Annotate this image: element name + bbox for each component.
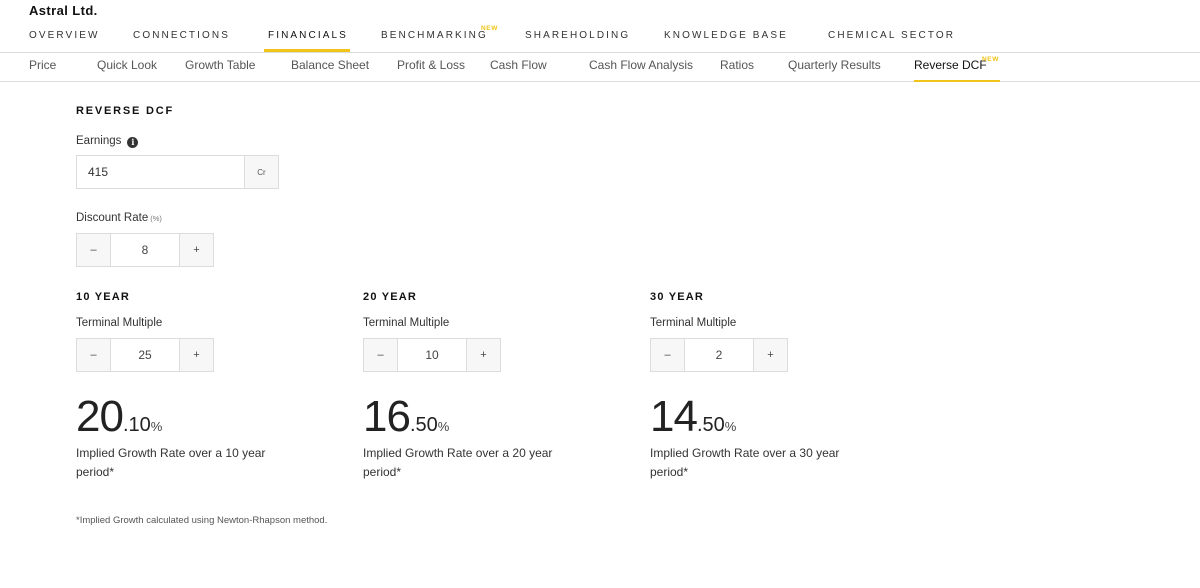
col-10-description: Implied Growth Rate over a 10 year perio… xyxy=(76,446,266,479)
col-30-year-title: 30 YEAR xyxy=(650,291,705,303)
col-30-plus-button[interactable]: + xyxy=(753,339,787,371)
company-name: Astral Ltd. xyxy=(29,3,98,18)
discount-minus-button[interactable]: – xyxy=(77,234,111,266)
col-30-terminal-stepper: – 2 + xyxy=(650,338,788,372)
nav-financials[interactable]: FINANCIALS xyxy=(268,30,348,41)
col-10-terminal-stepper: – 25 + xyxy=(76,338,214,372)
col-20-plus-button[interactable]: + xyxy=(466,339,500,371)
nav-connections[interactable]: CONNECTIONS xyxy=(133,30,230,41)
col-30-growth-pct: % xyxy=(724,419,737,434)
discount-rate-stepper: – 8 + xyxy=(76,233,214,267)
subnav-active-indicator xyxy=(914,80,1000,82)
nav-chemical-sector[interactable]: CHEMICAL SECTOR xyxy=(828,30,955,41)
earnings-unit: Cr xyxy=(245,156,278,188)
section-title: REVERSE DCF xyxy=(76,105,175,117)
col-30-growth-rate: 14.50% xyxy=(650,392,736,442)
reverse-dcf-new-badge: NEW xyxy=(982,56,999,63)
col-30-growth-int: 14 xyxy=(650,392,698,441)
discount-label-row: Discount Rate (%) xyxy=(76,212,162,224)
col-10-terminal-label: Terminal Multiple xyxy=(76,317,163,329)
col-20-growth-pct: % xyxy=(437,419,450,434)
earnings-field-group: Cr xyxy=(76,155,279,189)
footnote: *Implied Growth calculated using Newton-… xyxy=(76,515,328,526)
sub-nav: Price Quick Look Growth Table Balance Sh… xyxy=(0,53,1200,82)
subnav-cash-flow[interactable]: Cash Flow xyxy=(490,58,547,72)
subnav-reverse-dcf[interactable]: Reverse DCF xyxy=(914,58,987,72)
discount-rate-unit: (%) xyxy=(150,214,162,223)
subnav-growth-table[interactable]: Growth Table xyxy=(185,58,255,72)
col-10-growth-rate: 20.10% xyxy=(76,392,162,442)
subnav-ratios[interactable]: Ratios xyxy=(720,58,754,72)
col-10-growth-pct: % xyxy=(150,419,163,434)
earnings-input[interactable] xyxy=(77,156,245,188)
col-10-growth-int: 20 xyxy=(76,392,124,441)
earnings-label: Earnings xyxy=(76,135,122,147)
col-10-growth-dec: .10 xyxy=(122,414,151,436)
discount-rate-label: Discount Rate xyxy=(76,212,149,224)
subnav-cash-flow-analysis[interactable]: Cash Flow Analysis xyxy=(589,58,693,72)
nav-overview[interactable]: OVERVIEW xyxy=(29,30,100,41)
col-10-minus-button[interactable]: – xyxy=(77,339,111,371)
col-20-growth-int: 16 xyxy=(363,392,411,441)
col-10-plus-button[interactable]: + xyxy=(179,339,213,371)
subnav-quarterly-results[interactable]: Quarterly Results xyxy=(788,58,881,72)
info-icon[interactable]: i xyxy=(127,137,139,148)
col-20-minus-button[interactable]: – xyxy=(364,339,398,371)
nav-knowledge-base[interactable]: KNOWLEDGE BASE xyxy=(664,30,788,41)
col-30-minus-button[interactable]: – xyxy=(651,339,685,371)
col-20-growth-rate: 16.50% xyxy=(363,392,449,442)
col-20-terminal-stepper: – 10 + xyxy=(363,338,501,372)
nav-active-indicator xyxy=(264,49,350,52)
col-30-growth-dec: .50 xyxy=(696,414,725,436)
nav-benchmarking[interactable]: BENCHMARKING xyxy=(381,30,488,41)
col-20-description: Implied Growth Rate over a 20 year perio… xyxy=(363,446,553,479)
col-20-growth-dec: .50 xyxy=(409,414,438,436)
discount-plus-button[interactable]: + xyxy=(179,234,213,266)
earnings-label-row: Earnings i xyxy=(76,135,139,148)
subnav-balance-sheet[interactable]: Balance Sheet xyxy=(291,58,369,72)
discount-rate-value[interactable]: 8 xyxy=(111,234,179,266)
subnav-profit-loss[interactable]: Profit & Loss xyxy=(397,58,465,72)
col-10-year-title: 10 YEAR xyxy=(76,291,131,303)
benchmarking-new-badge: NEW xyxy=(481,25,498,32)
subnav-price[interactable]: Price xyxy=(29,58,56,72)
main-nav: OVERVIEW CONNECTIONS FINANCIALS BENCHMAR… xyxy=(0,24,1200,53)
nav-shareholding[interactable]: SHAREHOLDING xyxy=(525,30,630,41)
col-10-terminal-value[interactable]: 25 xyxy=(111,339,179,371)
subnav-quick-look[interactable]: Quick Look xyxy=(97,58,157,72)
col-20-terminal-value[interactable]: 10 xyxy=(398,339,466,371)
col-30-terminal-value[interactable]: 2 xyxy=(685,339,753,371)
col-20-terminal-label: Terminal Multiple xyxy=(363,317,450,329)
col-20-year-title: 20 YEAR xyxy=(363,291,418,303)
col-30-description: Implied Growth Rate over a 30 year perio… xyxy=(650,446,840,479)
col-30-terminal-label: Terminal Multiple xyxy=(650,317,737,329)
